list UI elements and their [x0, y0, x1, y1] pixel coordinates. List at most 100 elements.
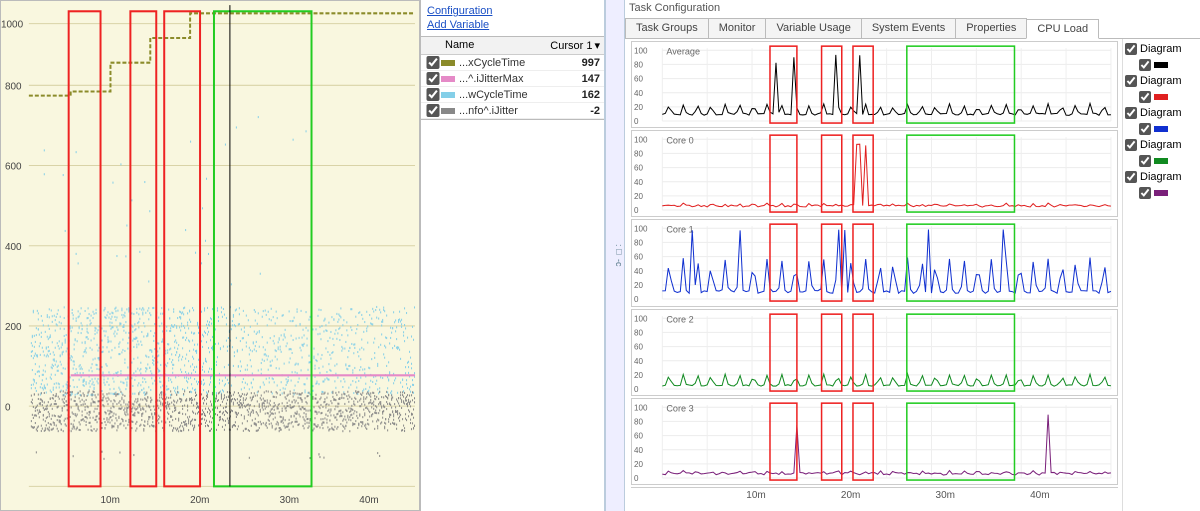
xtick: 30m [280, 495, 299, 506]
cpu-chart-core-0[interactable]: 0 20 40 60 80 100 Core 0 [631, 130, 1118, 217]
legend-checkbox[interactable] [1139, 155, 1151, 167]
svg-text:20: 20 [634, 370, 643, 379]
legend-checkbox[interactable] [1125, 139, 1137, 151]
cpu-chart-core-1[interactable]: 020406080100Core 1 [631, 219, 1118, 306]
tab-monitor[interactable]: Monitor [708, 18, 767, 38]
scope-links: Configuration Add Variable [421, 0, 604, 37]
legend-checkbox[interactable] [1139, 59, 1151, 71]
var-name: ...xCycleTime [459, 57, 556, 69]
svg-text:100: 100 [634, 314, 648, 323]
legend-item[interactable]: Diagram [1125, 75, 1198, 87]
var-enable-checkbox[interactable] [425, 88, 441, 101]
scope-chart[interactable]: 0 200 400 600 800 1000 [0, 0, 420, 511]
svg-text:40: 40 [634, 89, 643, 98]
cpu-charts: 0 20 40 60 80 100 Average 0 20 40 60 80 100 Core 0 020… [625, 39, 1122, 511]
legend-checkbox[interactable] [1139, 187, 1151, 199]
legend-sub[interactable] [1125, 123, 1198, 135]
ytick: 600 [5, 162, 22, 173]
var-value: 162 [556, 89, 600, 101]
svg-text:20: 20 [634, 281, 643, 290]
variable-row[interactable]: ...xCycleTime997 [421, 55, 604, 71]
cpu-chart-average[interactable]: 020406080100Average [631, 41, 1118, 128]
svg-text:100: 100 [634, 225, 648, 234]
color-swatch [1154, 190, 1168, 196]
svg-text:100: 100 [634, 403, 648, 412]
legend-label: Diagram [1140, 171, 1182, 183]
legend-checkbox[interactable] [1125, 75, 1137, 87]
svg-text:60: 60 [634, 75, 643, 84]
svg-text:60: 60 [634, 253, 643, 262]
var-enable-checkbox[interactable] [425, 104, 441, 117]
legend-item[interactable]: Diagram [1125, 43, 1198, 55]
legend-label: Diagram [1140, 107, 1182, 119]
link-add-variable[interactable]: Add Variable [427, 19, 598, 31]
legend-checkbox[interactable] [1125, 171, 1137, 183]
tab-task-groups[interactable]: Task Groups [625, 18, 709, 38]
tab-cpu-load[interactable]: CPU Load [1026, 19, 1099, 39]
legend-label: Diagram [1140, 43, 1182, 55]
legend-checkbox[interactable] [1139, 123, 1151, 135]
svg-text:100: 100 [634, 46, 648, 55]
var-value: -2 [556, 105, 600, 117]
svg-text:40: 40 [634, 267, 643, 276]
variable-row[interactable]: ...^.iJitterMax147 [421, 71, 604, 87]
left-panel: 0 200 400 600 800 1000 [0, 0, 605, 511]
legend-sub[interactable] [1125, 155, 1198, 167]
variable-row[interactable]: ...nfo^.iJitter-2 [421, 103, 604, 119]
tab-variable-usage[interactable]: Variable Usage [765, 18, 861, 38]
color-swatch [441, 92, 455, 98]
svg-text:80: 80 [634, 60, 643, 69]
color-swatch [1154, 126, 1168, 132]
color-swatch [441, 76, 455, 82]
svg-text:40: 40 [634, 356, 643, 365]
legend-item[interactable]: Diagram [1125, 171, 1198, 183]
svg-text:80: 80 [634, 150, 643, 159]
legend-checkbox[interactable] [1125, 43, 1137, 55]
link-configuration[interactable]: Configuration [427, 5, 598, 17]
xtick: 10m [101, 495, 120, 506]
variable-row[interactable]: ...wCycleTime162 [421, 87, 604, 103]
svg-text:60: 60 [634, 431, 643, 440]
window-title: Task Configuration [625, 0, 1200, 16]
svg-text:Core 2: Core 2 [666, 314, 693, 324]
chevron-down-icon: ▾ [594, 39, 600, 52]
col-name: Name [441, 37, 544, 54]
xtick: 10m [746, 490, 765, 501]
svg-text:40: 40 [634, 178, 643, 187]
tab-properties[interactable]: Properties [955, 18, 1027, 38]
legend-checkbox[interactable] [1125, 107, 1137, 119]
legend-label: Diagram [1140, 139, 1182, 151]
cpu-chart-core-2[interactable]: 020406080100Core 2 [631, 309, 1118, 396]
var-enable-checkbox[interactable] [425, 72, 441, 85]
svg-text:0: 0 [634, 206, 639, 215]
color-swatch [1154, 158, 1168, 164]
var-name: ...nfo^.iJitter [459, 105, 556, 117]
color-swatch [441, 108, 455, 114]
legend-item[interactable]: Diagram [1125, 107, 1198, 119]
col-cursor[interactable]: Cursor 1 ▾ [544, 37, 604, 54]
legend-item[interactable]: Diagram [1125, 139, 1198, 151]
tab-system-events[interactable]: System Events [861, 18, 956, 38]
legend-checkbox[interactable] [1139, 91, 1151, 103]
svg-text:100: 100 [634, 136, 648, 145]
svg-text:20: 20 [634, 192, 643, 201]
ytick: 200 [5, 322, 22, 333]
svg-text:60: 60 [634, 342, 643, 351]
svg-text:Average: Average [666, 46, 700, 56]
xtick: 30m [936, 490, 955, 501]
var-enable-checkbox[interactable] [425, 56, 441, 69]
cpu-chart-core-3[interactable]: 020406080100Core 3 [631, 398, 1118, 485]
svg-text:0: 0 [634, 385, 639, 394]
legend-label: Diagram [1140, 75, 1182, 87]
divider[interactable]: :□ -c [605, 0, 625, 511]
legend-sub[interactable] [1125, 59, 1198, 71]
variables-table: Name Cursor 1 ▾ ...xCycleTime997...^.iJi… [421, 37, 604, 120]
xtick: 20m [190, 495, 209, 506]
legend-sub[interactable] [1125, 91, 1198, 103]
svg-text:Core 0: Core 0 [666, 136, 693, 146]
var-value: 997 [556, 57, 600, 69]
right-panel: Task Configuration Task GroupsMonitorVar… [625, 0, 1200, 511]
legend-sub[interactable] [1125, 187, 1198, 199]
xtick: 40m [359, 495, 378, 506]
svg-text:60: 60 [634, 164, 643, 173]
